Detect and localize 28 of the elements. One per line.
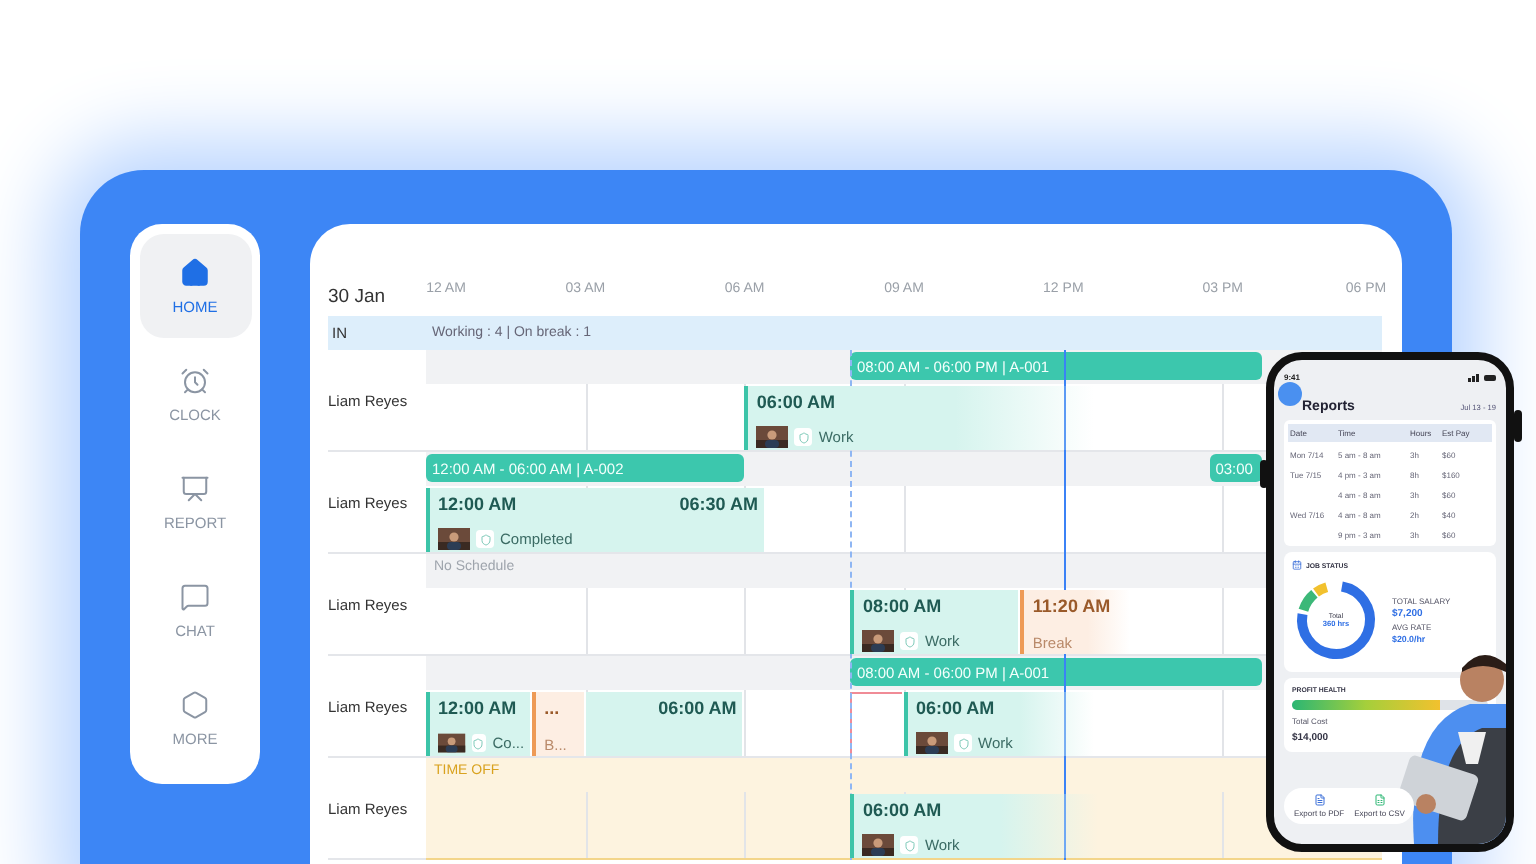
start-time: 12:00 AM bbox=[438, 698, 517, 718]
document-icon bbox=[1313, 794, 1326, 806]
start-time: 06:00 AM bbox=[862, 800, 942, 820]
hexagon-icon bbox=[180, 689, 210, 719]
end-time: 06:00 AM bbox=[658, 698, 737, 718]
date-label: 30 Jan bbox=[328, 283, 388, 311]
shield-icon bbox=[900, 632, 919, 650]
alarm-clock-icon bbox=[180, 365, 210, 395]
shield-icon bbox=[794, 428, 813, 446]
shift-card[interactable]: 06:00 AM bbox=[585, 692, 743, 756]
start-time: 08:00 AM bbox=[862, 596, 942, 616]
shield-icon bbox=[900, 836, 919, 854]
document-icon bbox=[1373, 794, 1386, 806]
calendar-icon bbox=[1292, 560, 1302, 570]
start-time: 12:00 AM bbox=[438, 494, 517, 514]
end-time: 06:30 AM bbox=[679, 494, 758, 514]
home-icon bbox=[180, 257, 210, 287]
shield-icon bbox=[471, 734, 487, 752]
presentation-icon bbox=[180, 473, 210, 503]
start-time: 06:00 AM bbox=[756, 392, 836, 412]
shield-icon bbox=[476, 530, 494, 548]
start-time: 06:00 AM bbox=[916, 698, 995, 718]
signal-icon bbox=[1468, 373, 1496, 381]
chat-icon bbox=[180, 581, 210, 611]
shield-icon bbox=[954, 734, 972, 752]
start-time: ... bbox=[544, 698, 560, 718]
start-time: 11:20 AM bbox=[1032, 596, 1111, 616]
donut-chart bbox=[1292, 576, 1380, 664]
